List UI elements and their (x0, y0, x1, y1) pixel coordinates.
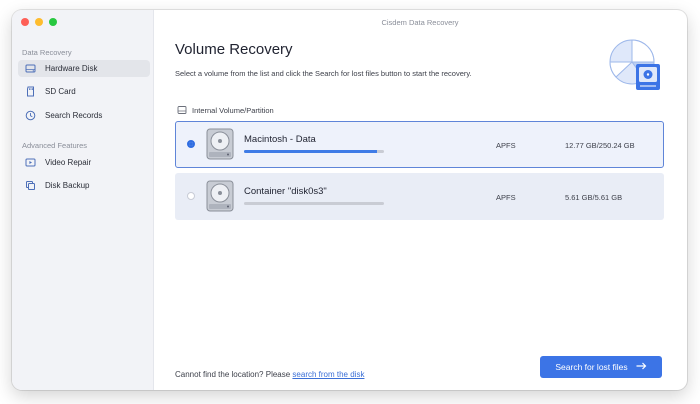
sidebar-item-disk-backup[interactable]: Disk Backup (18, 177, 150, 194)
sidebar-section-advanced-features: Advanced Features (22, 141, 88, 150)
sidebar-item-search-records[interactable]: Search Records (18, 107, 150, 124)
page-title: Volume Recovery (175, 41, 293, 58)
volume-radio-selected[interactable] (187, 140, 195, 148)
arrow-right-icon (636, 362, 647, 372)
volume-filesystem: APFS (496, 193, 516, 202)
sidebar-section-data-recovery: Data Recovery (22, 48, 72, 57)
sidebar-item-video-repair[interactable]: Video Repair (18, 154, 150, 171)
search-for-lost-files-button[interactable]: Search for lost files (540, 356, 662, 378)
sidebar-item-sd-card[interactable]: SD Card (18, 83, 150, 100)
sidebar-item-label: SD Card (45, 87, 76, 96)
volume-usage-bar (244, 202, 384, 205)
internal-disk-icon (205, 180, 235, 212)
search-button-label: Search for lost files (555, 362, 628, 372)
volume-usage-fill (244, 150, 377, 153)
zoom-window-button[interactable] (49, 18, 57, 26)
volume-name: Container "disk0s3" (244, 186, 327, 197)
close-window-button[interactable] (21, 18, 29, 26)
volume-name: Macintosh - Data (244, 134, 316, 145)
internal-disk-icon (205, 128, 235, 160)
volume-size: 5.61 GB/5.61 GB (565, 193, 623, 202)
video-icon (24, 157, 36, 169)
hard-disk-icon (177, 105, 187, 115)
sidebar-item-label: Hardware Disk (45, 64, 98, 73)
volume-filesystem: APFS (496, 141, 516, 150)
page-subtitle: Select a volume from the list and click … (175, 69, 472, 78)
volume-size: 12.77 GB/250.24 GB (565, 141, 635, 150)
sidebar: Data Recovery Hardware Disk SD Card Sear… (12, 10, 154, 390)
app-window: Data Recovery Hardware Disk SD Card Sear… (12, 10, 687, 390)
footer-hint-text: Cannot find the location? Please (175, 370, 293, 379)
group-label-text: Internal Volume/Partition (192, 105, 274, 115)
sidebar-item-hardware-disk[interactable]: Hardware Disk (18, 60, 150, 77)
sidebar-item-label: Search Records (45, 111, 103, 120)
footer-hint: Cannot find the location? Please search … (175, 370, 364, 379)
sd-card-icon (24, 86, 36, 98)
volume-recovery-illustration-icon (606, 36, 666, 96)
search-from-disk-link[interactable]: search from the disk (292, 370, 364, 379)
clock-icon (24, 110, 36, 122)
minimize-window-button[interactable] (35, 18, 43, 26)
volume-usage-bar (244, 150, 384, 153)
hard-disk-icon (24, 63, 36, 75)
volume-row-container-disk0s3[interactable]: Container "disk0s3" APFS 5.61 GB/5.61 GB (175, 173, 664, 220)
sidebar-item-label: Video Repair (45, 158, 92, 167)
window-controls (21, 18, 57, 26)
backup-icon (24, 180, 36, 192)
main-panel: Cisdem Data Recovery Volume Recovery Sel… (153, 10, 687, 390)
window-title: Cisdem Data Recovery (381, 18, 459, 27)
sidebar-item-label: Disk Backup (45, 181, 90, 190)
internal-volume-group-label: Internal Volume/Partition (177, 105, 274, 115)
volume-radio-unselected[interactable] (187, 192, 195, 200)
volume-row-macintosh-data[interactable]: Macintosh - Data APFS 12.77 GB/250.24 GB (175, 121, 664, 168)
